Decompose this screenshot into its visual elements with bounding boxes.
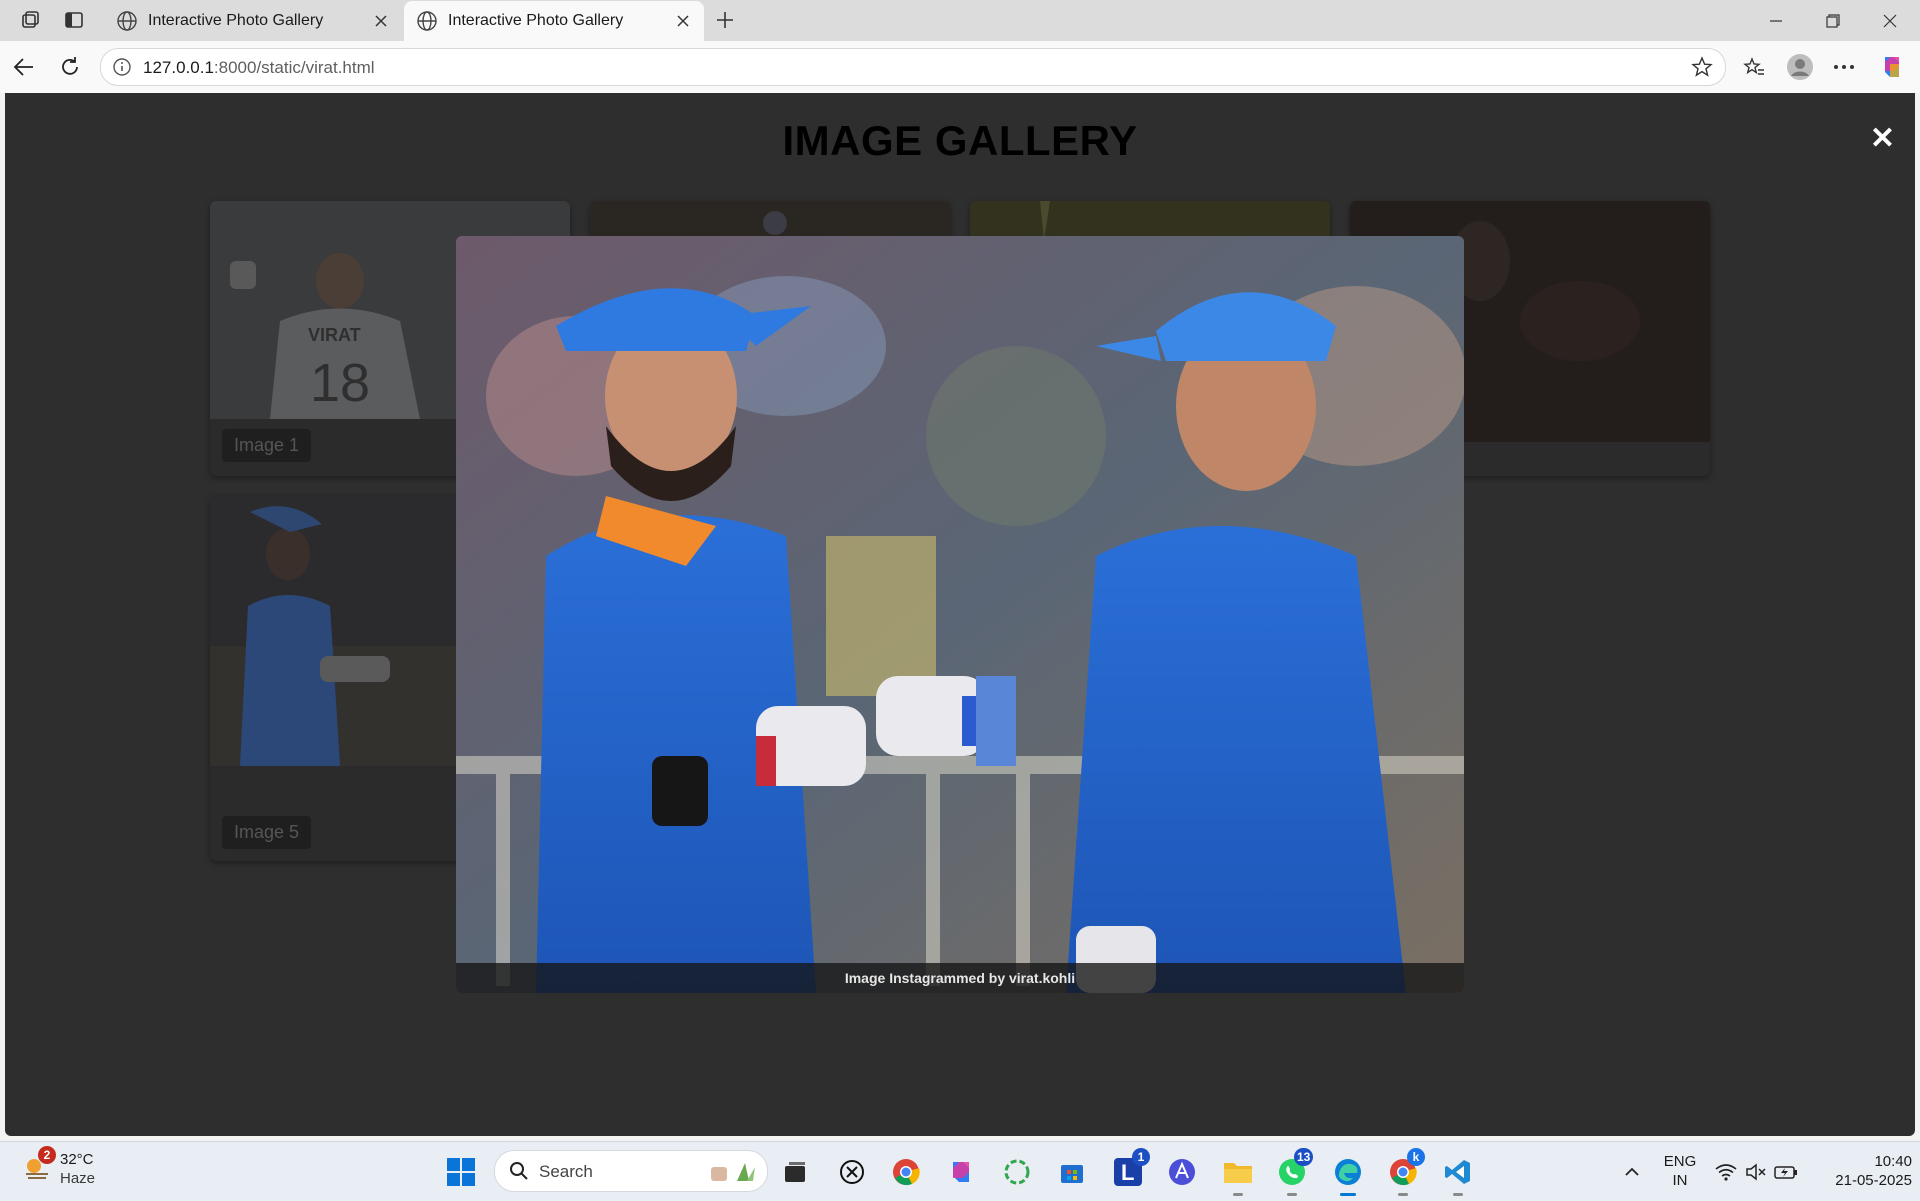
chrome-profile-icon[interactable]: k bbox=[1385, 1148, 1425, 1196]
volume-muted-icon[interactable] bbox=[1740, 1154, 1772, 1190]
lightbox-image[interactable]: Image Instagrammed by virat.kohli bbox=[456, 236, 1464, 993]
wifi-icon[interactable] bbox=[1710, 1154, 1742, 1190]
chrome-icon[interactable] bbox=[888, 1154, 924, 1190]
chatgpt-icon[interactable] bbox=[834, 1154, 870, 1190]
browser-title-bar: Interactive Photo Gallery Interactive Ph… bbox=[0, 0, 1920, 41]
copilot-icon[interactable] bbox=[1878, 53, 1906, 81]
weather-desc: Haze bbox=[60, 1170, 96, 1187]
active-indicator bbox=[1340, 1193, 1356, 1196]
close-window-button[interactable] bbox=[1862, 0, 1918, 41]
profile-avatar-icon[interactable] bbox=[1786, 53, 1814, 81]
running-indicator bbox=[1398, 1193, 1408, 1196]
minimize-button[interactable] bbox=[1748, 0, 1804, 41]
search-icon bbox=[510, 1162, 528, 1180]
address-bar[interactable]: 127.0.0.1:8000/static/virat.html bbox=[100, 48, 1726, 86]
language-code: ENG bbox=[1663, 1153, 1697, 1170]
page-title: IMAGE GALLERY bbox=[782, 117, 1138, 164]
show-hidden-icons-chevron-icon[interactable] bbox=[1614, 1154, 1650, 1190]
edge-icon[interactable] bbox=[1330, 1154, 1366, 1196]
clock[interactable]: 10:40 21-05-2025 bbox=[1808, 1152, 1912, 1190]
tab-active[interactable]: Interactive Photo Gallery bbox=[404, 1, 704, 41]
reload-button[interactable] bbox=[54, 51, 86, 83]
svg-text:VIRAT: VIRAT bbox=[308, 325, 361, 345]
weather-badge: 2 bbox=[38, 1146, 56, 1164]
lightbox-photo bbox=[456, 236, 1464, 993]
tab-inactive[interactable]: Interactive Photo Gallery bbox=[104, 1, 402, 41]
proton-vpn-icon[interactable] bbox=[1164, 1154, 1200, 1190]
file-explorer-icon[interactable] bbox=[1220, 1154, 1256, 1196]
page-content: IMAGE GALLERY ✕ VIRAT 18 Image 1 Image 5… bbox=[5, 93, 1915, 1136]
card-caption: Image 5 bbox=[222, 816, 312, 849]
clock-date: 21-05-2025 bbox=[1835, 1172, 1912, 1189]
globe-icon bbox=[117, 11, 137, 31]
workspaces-icon[interactable] bbox=[19, 9, 41, 31]
card-caption: Image 1 bbox=[222, 429, 312, 462]
globe-icon bbox=[417, 11, 437, 31]
close-lightbox-button[interactable]: ✕ bbox=[1870, 121, 1895, 156]
restore-button[interactable] bbox=[1805, 0, 1861, 41]
chrome-profile-badge: k bbox=[1407, 1148, 1425, 1166]
url-host: 127.0.0.1 bbox=[143, 58, 214, 77]
favorites-icon[interactable] bbox=[1740, 53, 1768, 81]
browser-toolbar: 127.0.0.1:8000/static/virat.html bbox=[0, 41, 1920, 93]
svg-text:18: 18 bbox=[310, 353, 370, 413]
site-info-icon[interactable] bbox=[111, 56, 133, 78]
lens-app-icon[interactable]: L 1 bbox=[1110, 1148, 1150, 1190]
whatsapp-badge: 13 bbox=[1294, 1148, 1314, 1166]
lightbox-caption: Image Instagrammed by virat.kohli bbox=[456, 963, 1464, 993]
battery-charging-icon[interactable] bbox=[1770, 1154, 1802, 1190]
weather-widget[interactable]: 2 32°C Haze bbox=[22, 1146, 96, 1188]
close-tab-icon[interactable] bbox=[368, 8, 394, 34]
running-indicator bbox=[1233, 1193, 1243, 1196]
language-indicator[interactable]: ENG IN bbox=[1656, 1152, 1704, 1190]
url-path: :8000/static/virat.html bbox=[213, 58, 375, 77]
search-label: Search bbox=[539, 1162, 593, 1181]
copilot-app-icon[interactable] bbox=[943, 1154, 979, 1190]
microsoft-store-icon[interactable] bbox=[1054, 1154, 1090, 1190]
taskbar-search[interactable]: Search bbox=[494, 1150, 768, 1192]
tab-title: Interactive Photo Gallery bbox=[448, 12, 624, 29]
url-text[interactable]: 127.0.0.1:8000/static/virat.html bbox=[143, 58, 375, 78]
vertical-tabs-icon[interactable] bbox=[63, 9, 85, 31]
task-view-icon[interactable] bbox=[777, 1154, 813, 1190]
running-indicator bbox=[1453, 1193, 1463, 1196]
svg-text:L: L bbox=[1121, 1160, 1134, 1185]
windows-taskbar: 2 32°C Haze Search L 1 13 k ENG IN 10:40… bbox=[0, 1141, 1920, 1201]
clock-time: 10:40 bbox=[1874, 1153, 1912, 1170]
running-indicator bbox=[1287, 1193, 1297, 1196]
whatsapp-icon[interactable]: 13 bbox=[1274, 1148, 1314, 1196]
weather-temp: 32°C bbox=[60, 1151, 94, 1168]
more-menu-icon[interactable] bbox=[1830, 53, 1858, 81]
region-code: IN bbox=[1672, 1172, 1688, 1189]
search-highlight-icon bbox=[711, 1163, 755, 1181]
close-tab-icon[interactable] bbox=[670, 8, 696, 34]
vscode-icon[interactable] bbox=[1440, 1154, 1476, 1196]
new-tab-icon[interactable] bbox=[714, 9, 736, 31]
start-windows-icon[interactable] bbox=[443, 1154, 479, 1190]
back-button[interactable] bbox=[8, 51, 40, 83]
favorite-star-icon[interactable] bbox=[1691, 56, 1713, 78]
tab-title: Interactive Photo Gallery bbox=[148, 12, 324, 29]
progress-ring-app-icon[interactable] bbox=[999, 1154, 1035, 1190]
lens-badge: 1 bbox=[1132, 1148, 1150, 1166]
